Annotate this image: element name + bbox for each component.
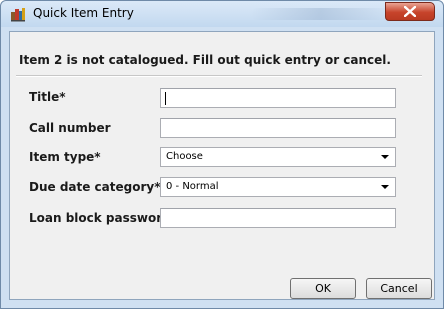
due-date-category-selected: 0 - Normal xyxy=(166,181,219,192)
app-icon xyxy=(10,6,26,22)
title-input[interactable] xyxy=(160,88,396,108)
call-number-label: Call number xyxy=(29,121,111,135)
close-icon xyxy=(404,6,416,17)
title-label: Title* xyxy=(29,90,66,104)
ok-button[interactable]: OK xyxy=(290,278,356,299)
call-number-input[interactable] xyxy=(160,118,396,138)
close-button[interactable] xyxy=(385,2,435,21)
due-date-category-select[interactable]: 0 - Normal xyxy=(160,177,396,197)
text-caret xyxy=(165,92,166,105)
due-date-category-label: Due date category* xyxy=(29,180,160,194)
window-title: Quick Item Entry xyxy=(33,6,134,20)
info-message: Item 2 is not catalogued. Fill out quick… xyxy=(19,53,391,67)
item-type-selected: Choose xyxy=(166,151,203,162)
item-type-select[interactable]: Choose xyxy=(160,147,396,167)
title-bar-blur xyxy=(251,8,391,20)
title-bar[interactable]: Quick Item Entry xyxy=(1,1,443,27)
cancel-button[interactable]: Cancel xyxy=(366,278,432,299)
item-type-label: Item type* xyxy=(29,150,101,164)
chevron-down-icon xyxy=(381,155,389,159)
divider xyxy=(16,75,422,77)
loan-block-password-label: Loan block password xyxy=(29,211,160,225)
loan-block-password-input[interactable] xyxy=(160,208,396,228)
chevron-down-icon xyxy=(381,185,389,189)
